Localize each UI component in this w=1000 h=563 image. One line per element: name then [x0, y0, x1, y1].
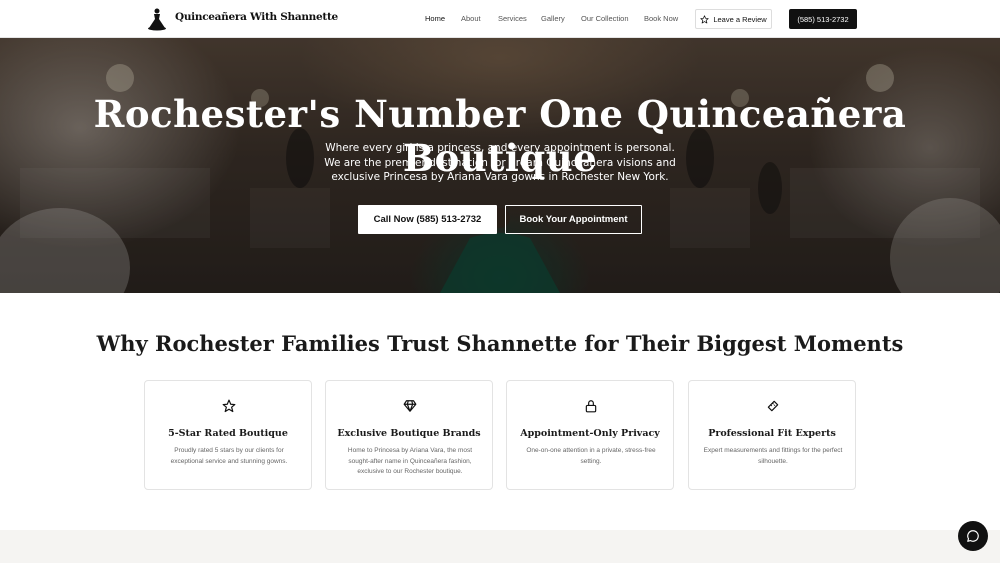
review-label: Leave a Review [713, 14, 767, 24]
nav-services[interactable]: Services [498, 14, 527, 23]
feature-card: Exclusive Boutique Brands Home to Prince… [325, 380, 493, 490]
card-text: Proudly rated 5 stars by our clients for… [170, 447, 288, 465]
diamond-icon [403, 400, 417, 412]
card-text: Expert measurements and fittings for the… [703, 447, 843, 465]
feature-card: Appointment-Only Privacy One-on-one atte… [506, 380, 674, 490]
card-title: Exclusive Boutique Brands [337, 428, 481, 439]
lock-icon [585, 400, 597, 413]
card-title: Appointment-Only Privacy [520, 428, 660, 439]
nav-home[interactable]: Home [425, 14, 445, 23]
nav-gallery[interactable]: Gallery [541, 14, 565, 23]
hero-subtitle: Where every girl is a princess, and ever… [324, 142, 676, 184]
nav-our-collection[interactable]: Our Collection [581, 14, 629, 23]
site-header: Quinceañera With Shannette Home About Se… [0, 0, 1000, 38]
why-section-title: Why Rochester Families Trust Shannette f… [96, 331, 904, 356]
nav-about[interactable]: About [461, 14, 481, 23]
chat-icon [967, 530, 979, 542]
card-text: Home to Princesa by Ariana Vara, the mos… [347, 447, 473, 475]
chat-button[interactable] [958, 521, 988, 551]
logo-icon[interactable] [146, 7, 168, 31]
star-icon [222, 399, 236, 413]
call-now-button[interactable]: Call Now (585) 513-2732 [358, 205, 497, 234]
feature-card: Professional Fit Experts Expert measurem… [688, 380, 856, 490]
leave-review-button[interactable]: Leave a Review [695, 9, 772, 29]
nav-book-now[interactable]: Book Now [644, 14, 678, 23]
feature-card: 5-Star Rated Boutique Proudly rated 5 st… [144, 380, 312, 490]
card-title: Professional Fit Experts [708, 428, 836, 439]
book-appointment-button[interactable]: Book Your Appointment [505, 205, 642, 234]
star-icon [700, 14, 709, 23]
brand-name[interactable]: Quinceañera With Shannette [175, 11, 338, 23]
card-title: 5-Star Rated Boutique [168, 428, 288, 439]
next-section-band [0, 530, 1000, 563]
card-text: One-on-one attention in a private, stres… [526, 447, 656, 465]
ruler-icon [767, 400, 779, 412]
phone-button[interactable]: (585) 513-2732 [789, 9, 857, 29]
hero-section: Rochester's Number One Quinceañera Bouti… [0, 38, 1000, 293]
